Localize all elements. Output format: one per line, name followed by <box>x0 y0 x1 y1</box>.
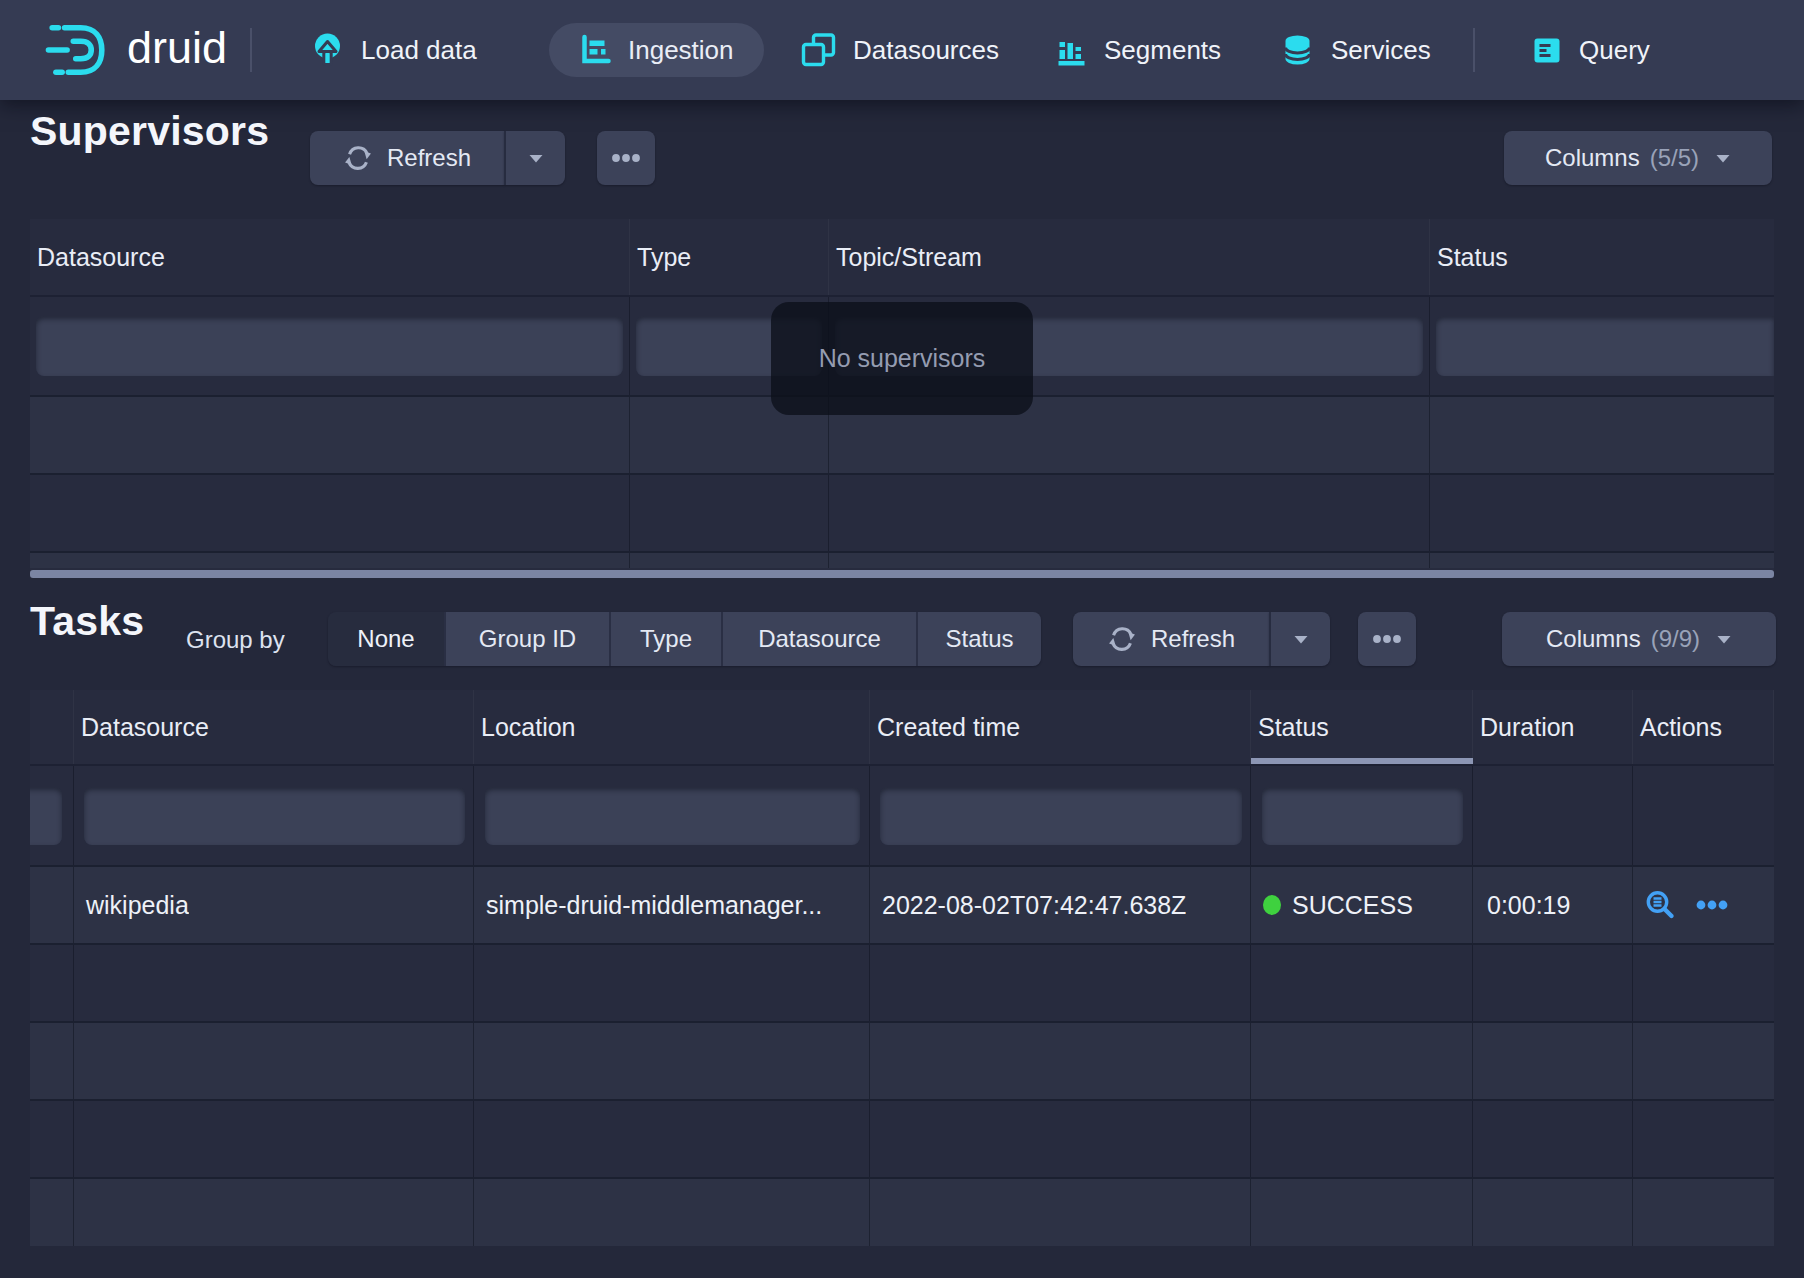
status-dot <box>1263 895 1281 915</box>
tasks-more-button[interactable] <box>1358 612 1416 666</box>
tasks-col-datasource[interactable]: Datasource <box>74 690 474 764</box>
supervisors-columns-button[interactable]: Columns (5/5) <box>1504 131 1772 185</box>
columns-label: Columns <box>1545 144 1640 172</box>
tasks-filter-location[interactable] <box>485 787 860 845</box>
nav-divider <box>250 28 252 72</box>
refresh-label: Refresh <box>387 144 471 172</box>
nav-label: Query <box>1579 35 1650 66</box>
refresh-label: Refresh <box>1151 625 1235 653</box>
no-supervisors-message: No supervisors <box>771 302 1033 415</box>
tasks-col-location[interactable]: Location <box>474 690 870 764</box>
druid-logo-icon <box>44 19 110 81</box>
group-by-type-button[interactable]: Type <box>609 612 721 666</box>
nav-label: Datasources <box>853 35 999 66</box>
table-row <box>30 551 1774 568</box>
nav-item-segments[interactable]: Segments <box>1055 0 1221 100</box>
segments-icon <box>1055 34 1088 66</box>
more-icon <box>610 142 642 174</box>
tasks-filter-status[interactable] <box>1262 787 1463 845</box>
services-icon <box>1280 33 1315 67</box>
tasks-table: Datasource Location Created time Status … <box>30 690 1774 1246</box>
datasources-icon <box>800 32 837 68</box>
group-by-buttons: None Group ID Type Datasource Status <box>328 612 1041 666</box>
chevron-down-icon <box>528 153 544 164</box>
nav-divider <box>1473 28 1475 72</box>
upload-icon <box>310 33 345 67</box>
nav-item-query[interactable]: Query <box>1530 0 1650 100</box>
nav-label: Segments <box>1104 35 1221 66</box>
task-datasource: wikipedia <box>74 891 189 920</box>
task-status: SUCCESS <box>1292 891 1413 920</box>
tasks-col-duration[interactable]: Duration <box>1473 690 1633 764</box>
nav-item-datasources[interactable]: Datasources <box>800 0 999 100</box>
tasks-filter-created-time[interactable] <box>880 787 1242 845</box>
supervisors-col-topic[interactable]: Topic/Stream <box>829 219 1430 295</box>
tasks-col-status[interactable]: Status <box>1251 690 1473 764</box>
supervisors-col-status[interactable]: Status <box>1430 219 1774 295</box>
chevron-down-icon <box>1715 153 1731 164</box>
tasks-filter-datasource[interactable] <box>84 787 465 845</box>
tasks-col-position[interactable] <box>30 690 74 764</box>
columns-count: (5/5) <box>1650 144 1699 172</box>
group-by-label: Group by <box>186 626 285 654</box>
nav-label: Services <box>1331 35 1431 66</box>
chevron-down-icon <box>1293 634 1309 645</box>
supervisors-refresh-dropdown[interactable] <box>504 131 565 185</box>
supervisors-col-datasource[interactable]: Datasource <box>30 219 630 295</box>
horizontal-scrollbar[interactable] <box>30 570 1774 578</box>
nav-label: Load data <box>361 35 477 66</box>
tasks-refresh-dropdown[interactable] <box>1269 612 1330 666</box>
nav-item-services[interactable]: Services <box>1280 0 1431 100</box>
task-created-time: 2022-08-02T07:42:47.638Z <box>870 891 1186 920</box>
task-duration: 0:00:19 <box>1473 891 1570 920</box>
tasks-col-created-time[interactable]: Created time <box>870 690 1251 764</box>
chevron-down-icon <box>1716 634 1732 645</box>
table-row <box>30 1177 1774 1246</box>
tasks-title: Tasks <box>30 598 144 645</box>
refresh-icon <box>1107 624 1137 654</box>
refresh-icon <box>343 143 373 173</box>
table-row <box>30 1021 1774 1099</box>
table-row <box>30 943 1774 1021</box>
supervisors-filter-status[interactable] <box>1436 316 1774 376</box>
task-details-icon[interactable] <box>1643 888 1677 922</box>
group-by-none-button[interactable]: None <box>328 612 444 666</box>
query-icon <box>1530 34 1563 66</box>
supervisors-col-type[interactable]: Type <box>630 219 829 295</box>
group-by-status-button[interactable]: Status <box>916 612 1041 666</box>
supervisors-filter-datasource[interactable] <box>36 316 623 376</box>
table-row <box>30 1099 1774 1177</box>
supervisors-refresh-button[interactable]: Refresh <box>310 131 504 185</box>
columns-count: (9/9) <box>1651 625 1700 653</box>
tasks-filter-position[interactable] <box>30 787 62 845</box>
ingestion-icon <box>579 34 612 66</box>
task-row-wikipedia[interactable]: wikipedia simple-druid-middlemanager... … <box>30 865 1774 943</box>
tasks-col-actions[interactable]: Actions <box>1633 690 1774 764</box>
status-sort-indicator <box>1251 758 1473 764</box>
table-row <box>30 473 1774 551</box>
navbar: druid Load data Ingestion Datasources <box>0 0 1804 100</box>
more-icon <box>1371 623 1403 655</box>
group-by-datasource-button[interactable]: Datasource <box>721 612 916 666</box>
tasks-refresh-button[interactable]: Refresh <box>1073 612 1269 666</box>
nav-item-ingestion[interactable]: Ingestion <box>549 23 764 77</box>
task-location: simple-druid-middlemanager... <box>474 891 822 920</box>
brand-name: druid <box>127 22 227 74</box>
columns-label: Columns <box>1546 625 1641 653</box>
nav-label: Ingestion <box>628 35 734 66</box>
supervisors-table: Datasource Type Topic/Stream Status No s… <box>30 219 1774 578</box>
task-actions-menu-icon[interactable] <box>1695 889 1729 921</box>
supervisors-more-button[interactable] <box>597 131 655 185</box>
tasks-columns-button[interactable]: Columns (9/9) <box>1502 612 1776 666</box>
group-by-group-id-button[interactable]: Group ID <box>444 612 609 666</box>
druid-logo[interactable]: druid <box>44 19 227 81</box>
supervisors-title: Supervisors <box>30 108 269 155</box>
nav-item-load-data[interactable]: Load data <box>310 0 477 100</box>
